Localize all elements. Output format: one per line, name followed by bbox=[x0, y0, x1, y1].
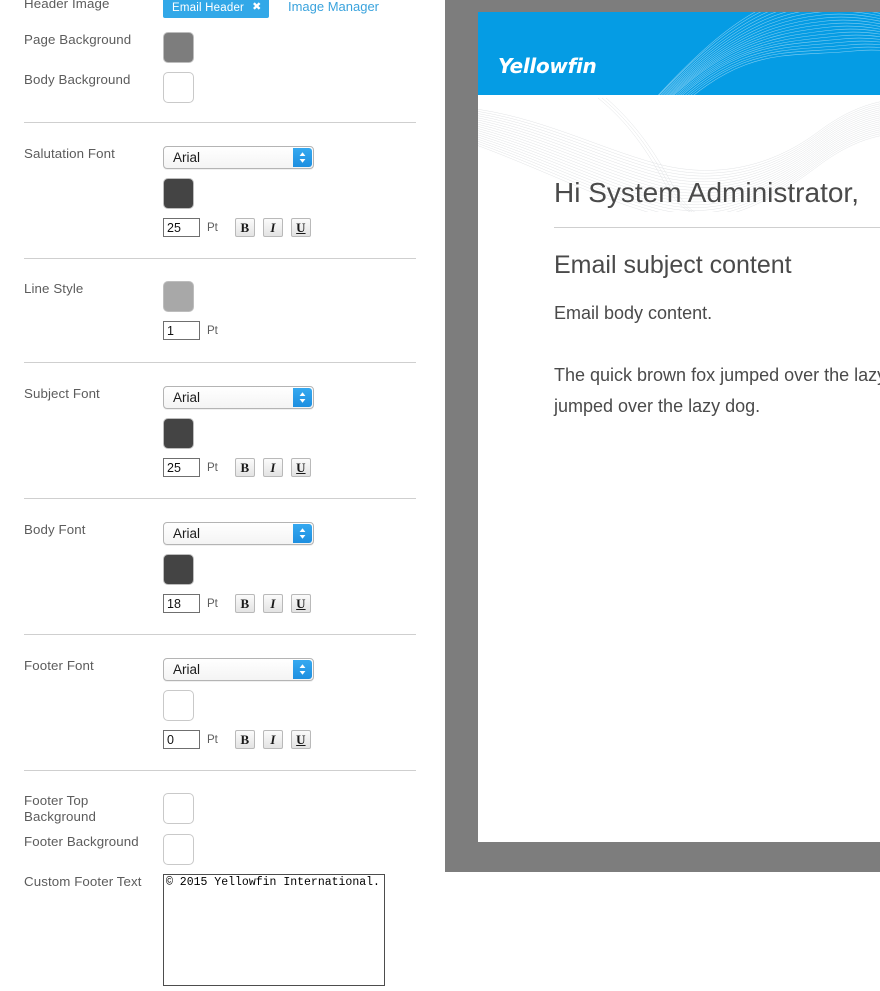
setting-row-custom-footer-text: Custom Footer Text © 2015 Yellowfin Inte… bbox=[0, 874, 440, 991]
settings-panel: Header Image Email Header ✖ Image Manage… bbox=[0, 0, 440, 986]
setting-row-footer-font: Footer Font Arial Pt B I U bbox=[0, 658, 440, 749]
chevron-updown-icon[interactable] bbox=[293, 524, 312, 543]
setting-row-salutation-font: Salutation Font Arial Pt B I U bbox=[0, 146, 440, 237]
header-image-chip[interactable]: Email Header ✖ bbox=[163, 0, 269, 18]
subject-font-label: Subject Font bbox=[24, 386, 100, 401]
custom-footer-text-label: Custom Footer Text bbox=[24, 874, 142, 889]
underline-button[interactable]: U bbox=[290, 458, 311, 477]
close-icon[interactable]: ✖ bbox=[252, 2, 261, 13]
body-background-label: Body Background bbox=[24, 72, 131, 87]
chevron-updown-icon[interactable] bbox=[293, 388, 312, 407]
divider bbox=[24, 770, 416, 771]
italic-button[interactable]: I bbox=[262, 458, 283, 477]
email-subject: Email subject content bbox=[554, 251, 792, 279]
setting-row-line-style: Line Style Pt bbox=[0, 281, 440, 340]
divider bbox=[24, 122, 416, 123]
salutation-font-family-select[interactable]: Arial bbox=[163, 146, 314, 169]
line-style-label: Line Style bbox=[24, 281, 84, 296]
email-template-settings-screen: Header Image Email Header ✖ Image Manage… bbox=[0, 0, 880, 986]
underline-button[interactable]: U bbox=[290, 730, 311, 749]
bold-button[interactable]: B bbox=[234, 594, 255, 613]
setting-row-page-background: Page Background bbox=[0, 32, 440, 63]
body-font-family-select[interactable]: Arial bbox=[163, 522, 314, 545]
footer-top-background-label: Footer Top Background bbox=[24, 793, 96, 824]
chevron-updown-icon[interactable] bbox=[293, 660, 312, 679]
footer-font-size-unit: Pt bbox=[207, 733, 218, 746]
email-content: Hi System Administrator, Email subject c… bbox=[478, 95, 880, 422]
bold-button[interactable]: B bbox=[234, 730, 255, 749]
chevron-updown-icon[interactable] bbox=[293, 148, 312, 167]
italic-button[interactable]: I bbox=[262, 218, 283, 237]
setting-row-footer-background: Footer Background bbox=[0, 834, 440, 865]
email-divider-line bbox=[554, 227, 880, 228]
salutation-font-size-input[interactable] bbox=[163, 218, 200, 237]
footer-font-size-input[interactable] bbox=[163, 730, 200, 749]
divider bbox=[24, 362, 416, 363]
email-body-line-2: The quick brown fox jumped over the lazy… bbox=[554, 365, 880, 416]
body-background-color-swatch[interactable] bbox=[163, 72, 194, 103]
subject-font-size-input[interactable] bbox=[163, 458, 200, 477]
body-font-style-buttons: B I U bbox=[234, 594, 311, 613]
header-image-label: Header Image bbox=[24, 0, 110, 11]
email-salutation: Hi System Administrator, bbox=[554, 177, 859, 208]
subject-font-color-swatch[interactable] bbox=[163, 418, 194, 449]
body-font-color-swatch[interactable] bbox=[163, 554, 194, 585]
page-background-color-swatch[interactable] bbox=[163, 32, 194, 63]
body-font-size-input[interactable] bbox=[163, 594, 200, 613]
body-font-family-value: Arial bbox=[173, 525, 201, 541]
custom-footer-text-textarea[interactable]: © 2015 Yellowfin International. bbox=[163, 874, 385, 986]
footer-top-background-color-swatch[interactable] bbox=[163, 793, 194, 824]
email-body: Email body content. The quick brown fox … bbox=[554, 298, 880, 422]
salutation-font-family-value: Arial bbox=[173, 149, 201, 165]
setting-row-body-font: Body Font Arial Pt B I U bbox=[0, 522, 440, 613]
line-style-size-input[interactable] bbox=[163, 321, 200, 340]
setting-row-footer-top-background: Footer Top Background bbox=[0, 793, 440, 825]
divider bbox=[24, 258, 416, 259]
salutation-font-label: Salutation Font bbox=[24, 146, 115, 161]
subject-font-family-select[interactable]: Arial bbox=[163, 386, 314, 409]
setting-row-header-image: Header Image Email Header ✖ Image Manage… bbox=[0, 0, 440, 18]
bold-button[interactable]: B bbox=[234, 218, 255, 237]
email-preview-panel: Yellowfin Hi System Administrator, Email… bbox=[445, 0, 880, 872]
underline-button[interactable]: U bbox=[290, 218, 311, 237]
image-manager-link[interactable]: Image Manager bbox=[288, 0, 379, 14]
email-document: Yellowfin Hi System Administrator, Email… bbox=[478, 12, 880, 842]
body-font-label: Body Font bbox=[24, 522, 86, 537]
subject-font-size-unit: Pt bbox=[207, 461, 218, 474]
email-body-line-1: Email body content. bbox=[554, 303, 713, 323]
footer-font-label: Footer Font bbox=[24, 658, 94, 673]
footer-font-style-buttons: B I U bbox=[234, 730, 311, 749]
setting-row-subject-font: Subject Font Arial Pt B I U bbox=[0, 386, 440, 477]
subject-font-style-buttons: B I U bbox=[234, 458, 311, 477]
line-style-size-unit: Pt bbox=[207, 324, 218, 337]
salutation-font-color-swatch[interactable] bbox=[163, 178, 194, 209]
divider bbox=[24, 498, 416, 499]
footer-background-color-swatch[interactable] bbox=[163, 834, 194, 865]
body-font-size-unit: Pt bbox=[207, 597, 218, 610]
footer-background-label: Footer Background bbox=[24, 834, 139, 849]
footer-font-family-select[interactable]: Arial bbox=[163, 658, 314, 681]
footer-font-family-value: Arial bbox=[173, 661, 201, 677]
line-style-color-swatch[interactable] bbox=[163, 281, 194, 312]
page-background-label: Page Background bbox=[24, 32, 132, 47]
salutation-font-size-unit: Pt bbox=[207, 221, 218, 234]
underline-button[interactable]: U bbox=[290, 594, 311, 613]
subject-font-family-value: Arial bbox=[173, 389, 201, 405]
footer-font-color-swatch[interactable] bbox=[163, 690, 194, 721]
italic-button[interactable]: I bbox=[262, 730, 283, 749]
setting-row-body-background: Body Background bbox=[0, 72, 440, 103]
italic-button[interactable]: I bbox=[262, 594, 283, 613]
bold-button[interactable]: B bbox=[234, 458, 255, 477]
divider bbox=[24, 634, 416, 635]
header-image-chip-label: Email Header bbox=[172, 1, 245, 14]
salutation-font-style-buttons: B I U bbox=[234, 218, 311, 237]
